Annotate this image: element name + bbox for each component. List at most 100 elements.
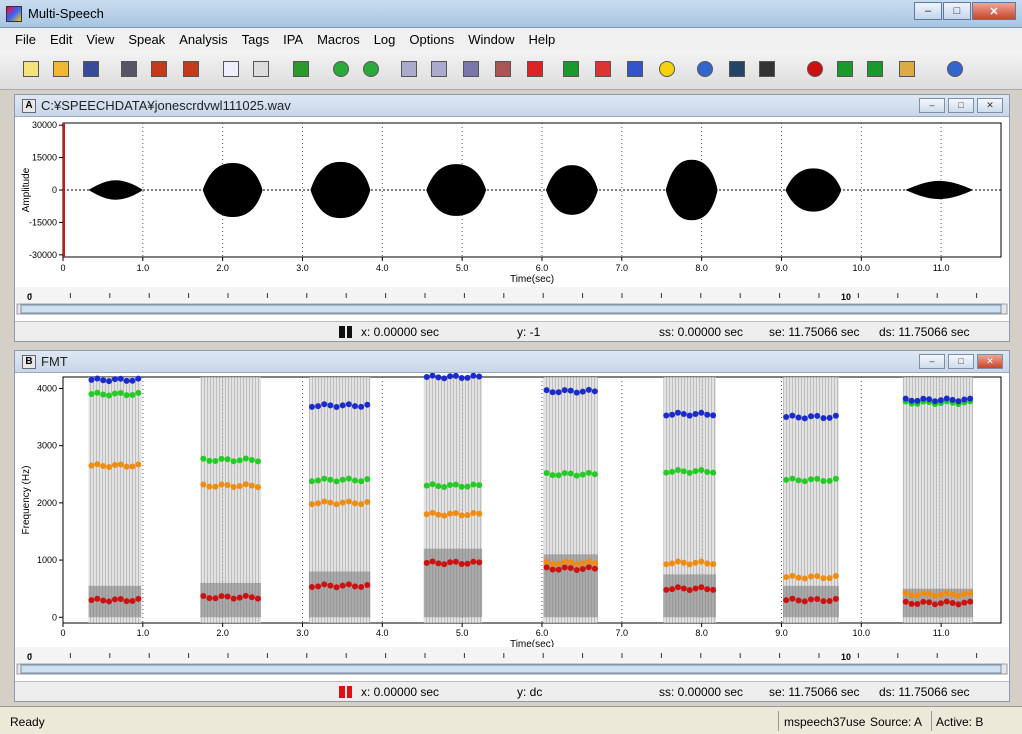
- formant-f1-point: [129, 598, 136, 605]
- formant-f2-point: [254, 484, 261, 491]
- down-arrow-icon[interactable]: [560, 58, 582, 80]
- list-icon[interactable]: [756, 58, 778, 80]
- grid-icon[interactable]: [726, 58, 748, 80]
- selection-duration: ds: 11.75066 sec: [879, 325, 970, 339]
- remove-graph-icon[interactable]: [492, 58, 514, 80]
- menu-view[interactable]: View: [79, 30, 121, 49]
- formant-f2-point: [242, 481, 249, 488]
- formant-f1-point: [567, 564, 574, 571]
- formant-f3-point: [476, 482, 483, 489]
- menu-macros[interactable]: Macros: [310, 30, 367, 49]
- menu-file[interactable]: File: [8, 30, 43, 49]
- menu-speak[interactable]: Speak: [121, 30, 172, 49]
- status-ready: Ready: [10, 715, 45, 729]
- formant-f1-point: [920, 598, 927, 605]
- formant-minimize-button[interactable]: –: [919, 354, 945, 369]
- formant-f2-point: [423, 511, 430, 518]
- menu-window[interactable]: Window: [461, 30, 521, 49]
- formant-f2-point: [663, 561, 670, 568]
- layout-2-icon[interactable]: [624, 58, 646, 80]
- spectrogram-energy-3: [308, 571, 371, 618]
- cursor-indicator: [339, 326, 354, 338]
- formant-close-button[interactable]: ✕: [977, 354, 1003, 369]
- copy-icon[interactable]: [220, 58, 242, 80]
- formant-f2-point: [106, 463, 113, 470]
- open-folder-icon[interactable]: [50, 58, 72, 80]
- formant-f2-point: [452, 510, 459, 517]
- import-icon[interactable]: [180, 58, 202, 80]
- formant-f3-point: [820, 478, 827, 485]
- formant-f1-point: [248, 594, 255, 601]
- info-icon[interactable]: [694, 58, 716, 80]
- formant-f1-point: [364, 581, 371, 588]
- menu-tags[interactable]: Tags: [235, 30, 276, 49]
- formant-f1-point: [333, 584, 340, 591]
- waveform-chart[interactable]: 30000150000-15000-300000 1.0 2.0 3.0 4.0 5.0 6…: [15, 117, 1009, 321]
- formant-f1-point: [351, 583, 358, 590]
- formant-f1-point: [321, 581, 328, 588]
- layout-icon[interactable]: [592, 58, 614, 80]
- waveform-close-button[interactable]: ✕: [977, 98, 1003, 113]
- formant-f2-point: [129, 463, 136, 470]
- formant-scroll-thumb: [20, 664, 1002, 674]
- formant-f3-point: [555, 472, 562, 479]
- spectrogram-band-8: [902, 377, 974, 623]
- delete-icon[interactable]: [524, 58, 546, 80]
- s-icon-glyph: [659, 61, 675, 77]
- formant-x-tick-label: 7.0: [616, 628, 629, 638]
- formant-f3-point: [704, 468, 711, 475]
- maximize-button[interactable]: □: [943, 2, 971, 20]
- minimize-button[interactable]: –: [914, 2, 942, 20]
- formant-maximize-button[interactable]: □: [948, 354, 974, 369]
- formant-f1-point: [669, 586, 676, 593]
- waveform-ruler: [15, 287, 1009, 303]
- formant-y-tick-label: 0: [52, 612, 57, 622]
- menu-options[interactable]: Options: [402, 30, 461, 49]
- formant-f1-point: [820, 598, 827, 605]
- save-icon[interactable]: [80, 58, 102, 80]
- new-file-icon[interactable]: [20, 58, 42, 80]
- menu-ipa[interactable]: IPA: [276, 30, 310, 49]
- menu-analysis[interactable]: Analysis: [172, 30, 234, 49]
- play-selection-icon[interactable]: [864, 58, 886, 80]
- undo-icon[interactable]: [290, 58, 312, 80]
- formant-f3-point: [789, 475, 796, 482]
- menu-edit[interactable]: Edit: [43, 30, 79, 49]
- zoom-in-icon[interactable]: [428, 58, 450, 80]
- formant-f1-point: [429, 558, 436, 565]
- waveform-maximize-button[interactable]: □: [948, 98, 974, 113]
- formant-f4-point: [579, 388, 586, 395]
- export-icon[interactable]: [148, 58, 170, 80]
- speaker-icon[interactable]: [896, 58, 918, 80]
- waveform-y-tick-label: -30000: [29, 250, 57, 260]
- zoom-out-icon-glyph: [401, 61, 417, 77]
- s-icon[interactable]: [656, 58, 678, 80]
- play-icon[interactable]: [834, 58, 856, 80]
- formant-f2-point: [949, 591, 956, 598]
- waveform-minimize-button[interactable]: –: [919, 98, 945, 113]
- paste-icon[interactable]: [250, 58, 272, 80]
- waveform-x-tick-label: 3.0: [296, 263, 309, 273]
- formant-f1-point: [561, 564, 568, 571]
- zoom-out-icon[interactable]: [398, 58, 420, 80]
- help-icon[interactable]: [944, 58, 966, 80]
- formant-chart[interactable]: 400030002000100000 1.0 2.0 3.0 4.0 5.0 6.0 7.0 8…: [15, 373, 1009, 681]
- formant-x-tick-label: 1.0: [137, 628, 150, 638]
- formant-f4-point: [470, 373, 477, 379]
- waveform-x-tick-label: 0: [60, 263, 65, 273]
- formant-f3-point: [692, 468, 699, 475]
- cursor-indicator: [339, 686, 354, 698]
- graph-params-icon[interactable]: [460, 58, 482, 80]
- close-button[interactable]: ✕: [972, 2, 1016, 20]
- forward-icon[interactable]: [360, 58, 382, 80]
- selection-start: ss: 0.00000 sec: [659, 685, 744, 699]
- record-icon[interactable]: [804, 58, 826, 80]
- menu-log[interactable]: Log: [367, 30, 403, 49]
- formant-f4-point: [111, 376, 118, 383]
- formant-x-tick-label: 4.0: [376, 628, 389, 638]
- menu-help[interactable]: Help: [521, 30, 562, 49]
- formant-f4-point: [783, 413, 790, 420]
- formant-f1-point: [135, 595, 142, 602]
- print-setup-icon[interactable]: [118, 58, 140, 80]
- back-icon[interactable]: [330, 58, 352, 80]
